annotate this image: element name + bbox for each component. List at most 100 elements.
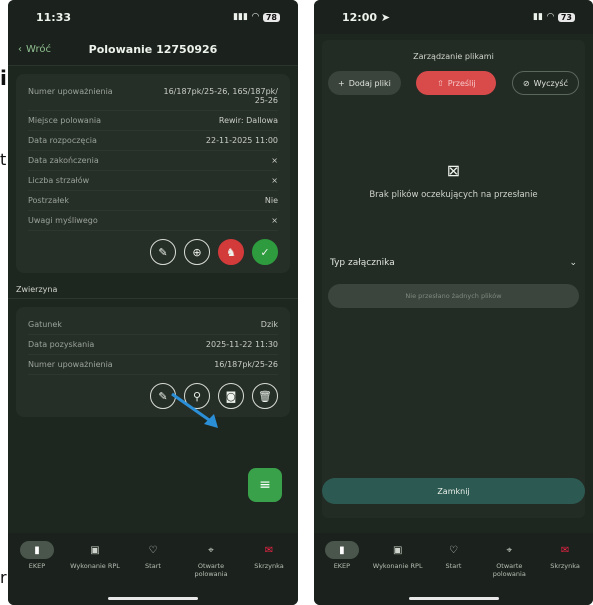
menu-fab-button[interactable]: ≡: [248, 468, 282, 502]
detail-row: Uwagi myśliwego ×: [28, 211, 278, 231]
detail-value: Rewir: Dallowa: [218, 116, 278, 125]
target-button[interactable]: ⊕: [184, 239, 210, 265]
no-files-sent-button[interactable]: Nie przesłano żadnych plików: [328, 284, 579, 308]
tab-start[interactable]: ♡ Start: [426, 541, 480, 605]
tab-bar: ▮ EKEP ▣ Wykonanie RPL ♡ Start ⌖ Otwarte…: [314, 533, 593, 605]
detail-label: Miejsce polowania: [28, 116, 102, 125]
status-bar: 12:00 ➤ ▮▮ ◠ 73: [314, 0, 593, 34]
tab-label: Otwarte polowania: [194, 562, 228, 578]
detail-row: Liczba strzałów ×: [28, 171, 278, 191]
document-icon: ▮: [20, 541, 54, 559]
detail-value: ×: [271, 156, 278, 165]
mailbox-icon: ✉: [560, 544, 570, 556]
delete-button[interactable]: 🗑: [252, 383, 278, 409]
clear-button[interactable]: ⊘ Wyczyść: [511, 71, 579, 95]
send-label: Prześlij: [447, 78, 476, 88]
check-icon: ✓: [260, 245, 270, 259]
clock: 12:00 ➤: [342, 11, 390, 24]
target-icon: ⌖: [506, 544, 513, 556]
tab-skrzynka[interactable]: ✉ Skrzynka: [242, 541, 296, 605]
game-value: Dzik: [260, 320, 278, 329]
tab-start[interactable]: ♡ Start: [126, 541, 180, 605]
chevron-left-icon: ‹: [18, 44, 22, 55]
crosshair-icon: ⊕: [192, 245, 202, 259]
tab-label: Start: [145, 562, 161, 570]
clock-text: 12:00: [342, 10, 378, 24]
tab-ekep[interactable]: ▮ EKEP: [10, 541, 64, 605]
chevron-down-icon: ⌄: [569, 258, 577, 268]
game-value: 2025-11-22 11:30: [205, 340, 278, 349]
tab-wykonanie-rpl[interactable]: ▣ Wykonanie RPL: [371, 541, 425, 605]
game-row: Gatunek Dzik: [28, 315, 278, 335]
tab-label: Skrzynka: [550, 562, 580, 570]
detail-row: Numer upoważnienia 16/187pk/25-26, 16S/18…: [28, 82, 278, 111]
clock: 11:33: [36, 10, 72, 24]
page-title: Polowanie 12750926: [88, 43, 218, 56]
annotation-arrow: [171, 392, 218, 428]
tab-label: Start: [445, 562, 462, 570]
ban-icon: ⊘: [522, 78, 530, 88]
upload-icon: ⇧: [437, 78, 444, 88]
back-button[interactable]: ‹ Wróć: [8, 44, 51, 55]
detail-value: 22-11-2025 11:00: [205, 136, 278, 145]
pencil-icon: ✎: [158, 389, 168, 403]
signal-icon: ▮▮▮: [233, 12, 248, 22]
tab-otwarte-polowania[interactable]: ⌖ Otwarte polowania: [482, 541, 536, 605]
close-button[interactable]: Zamknij: [322, 478, 585, 504]
pencil-icon: ✎: [158, 245, 168, 259]
tab-label: EKEP: [333, 562, 351, 570]
detail-row: Miejsce polowania Rewir: Dallowa: [28, 111, 278, 131]
home-indicator: [108, 597, 198, 600]
plus-icon: +: [338, 78, 345, 88]
detail-row: Data zakończenia ×: [28, 151, 278, 171]
detail-value: ×: [271, 216, 278, 225]
tab-otwarte-polowania[interactable]: ⌖ Otwarte polowania: [184, 541, 238, 605]
trash-icon: 🗑: [258, 389, 272, 403]
detail-label: Postrzałek: [28, 196, 69, 205]
attachment-type-select[interactable]: Typ załącznika ⌄: [322, 258, 585, 268]
tab-wykonanie-rpl[interactable]: ▣ Wykonanie RPL: [68, 541, 122, 605]
detail-label: Data rozpoczęcia: [28, 136, 97, 145]
tab-label: Wykonanie RPL: [70, 562, 120, 570]
tab-ekep[interactable]: ▮ EKEP: [315, 541, 369, 605]
back-label: Wróć: [26, 44, 51, 55]
game-value: 16/187pk/25-26: [214, 360, 278, 369]
detail-label: Liczba strzałów: [28, 176, 90, 185]
battery-icon: 78: [262, 12, 280, 22]
attachment-type-label: Typ załącznika: [330, 258, 395, 268]
nav-bar: ‹ Wróć Polowanie 12750926: [8, 34, 298, 66]
finish-hunt-button[interactable]: ✓: [252, 239, 278, 265]
detail-value: ×: [271, 176, 278, 185]
tab-label: Otwarte polowania: [492, 562, 526, 578]
send-button[interactable]: ⇧ Prześlij: [416, 71, 497, 95]
section-title: Zwierzyna: [8, 281, 298, 299]
phone-hunt-details: 11:33 ▮▮▮ ◠ 78 ‹ Wróć Polowanie 12750926…: [8, 0, 298, 605]
menu-icon: ≡: [259, 477, 271, 493]
heart-icon: ♡: [148, 544, 158, 556]
phone-file-manager: 12:00 ➤ ▮▮ ◠ 73 Zarządzanie plikami + Dod…: [314, 0, 593, 605]
game-actions: ✎ ⚲ ◙ 🗑: [28, 375, 278, 409]
hunt-details-card: Numer upoważnienia 16/187pk/25-26, 16S/18…: [16, 74, 290, 273]
signal-icon: ▮▮: [533, 12, 543, 22]
edge-letter-i: i: [0, 66, 7, 90]
mailbox-icon: ✉: [264, 544, 274, 556]
location-arrow-icon: ➤: [380, 10, 391, 24]
detail-row: Postrzałek Nie: [28, 191, 278, 211]
boar-icon: ♞: [226, 245, 236, 259]
detail-value: 16/187pk/25-26, 16S/187pk/ 25-26: [163, 87, 278, 105]
battery-icon: 73: [557, 12, 575, 22]
no-image-icon: ⊠: [446, 161, 461, 180]
status-bar: 11:33 ▮▮▮ ◠ 78: [8, 0, 298, 34]
calendar-icon: ▣: [90, 544, 100, 556]
edit-button[interactable]: ✎: [150, 239, 176, 265]
add-files-button[interactable]: + Dodaj pliki: [328, 71, 401, 95]
clear-label: Wyczyść: [533, 78, 568, 88]
add-game-button[interactable]: ♞: [218, 239, 244, 265]
hunt-actions: ✎ ⊕ ♞ ✓: [28, 231, 278, 265]
wifi-icon: ◠: [251, 12, 259, 22]
tab-label: Skrzynka: [254, 562, 284, 570]
file-manager-modal: Zarządzanie plikami + Dodaj pliki ⇧ Prześl…: [322, 40, 585, 518]
tab-skrzynka[interactable]: ✉ Skrzynka: [538, 541, 592, 605]
tab-label: Wykonanie RPL: [372, 562, 423, 570]
heart-icon: ♡: [449, 544, 458, 556]
